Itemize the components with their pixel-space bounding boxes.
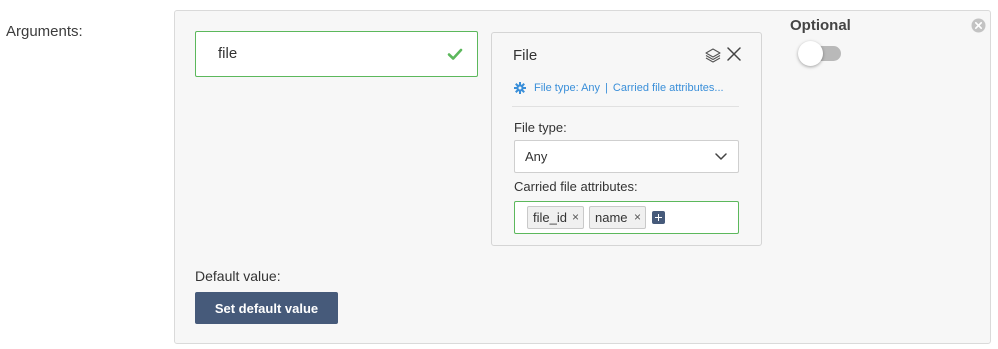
optional-label: Optional <box>790 17 851 34</box>
summary-text: File type: Any | Carried file attributes..… <box>534 82 724 94</box>
attribute-tag: name × <box>589 206 646 229</box>
remove-tag-icon[interactable]: × <box>634 207 641 228</box>
set-default-value-button[interactable]: Set default value <box>195 292 338 324</box>
type-card-title: File <box>513 47 538 64</box>
file-type-value: Any <box>525 149 548 164</box>
card-divider <box>512 106 739 107</box>
add-attribute-button[interactable] <box>652 211 665 224</box>
layers-icon[interactable] <box>705 47 721 63</box>
argument-panel: file File File type: Any | Carried file at… <box>174 10 991 344</box>
attribute-tag-label: name <box>595 210 628 225</box>
remove-argument-icon[interactable] <box>971 18 986 33</box>
attribute-tag: file_id × <box>527 206 584 229</box>
attribute-tag-label: file_id <box>533 210 567 225</box>
check-icon <box>447 48 463 60</box>
summary-separator: | <box>605 82 608 94</box>
close-icon[interactable] <box>727 47 741 61</box>
file-type-label: File type: <box>514 120 567 135</box>
default-value-label: Default value: <box>195 268 281 284</box>
summary-attributes: Carried file attributes... <box>612 82 724 94</box>
carried-attributes-input[interactable]: file_id × name × <box>514 201 739 234</box>
argument-name-input[interactable]: file <box>195 31 478 77</box>
type-summary[interactable]: File type: Any | Carried file attributes..… <box>514 81 740 97</box>
type-settings-card: File File type: Any | Carried file attribu… <box>491 32 762 246</box>
arguments-label: Arguments: <box>6 23 83 40</box>
chevron-down-icon <box>715 153 727 160</box>
file-type-select[interactable]: Any <box>514 140 739 173</box>
argument-name-value: file <box>218 45 238 62</box>
toggle-knob <box>798 41 823 66</box>
optional-toggle[interactable] <box>798 41 841 66</box>
gear-icon <box>514 82 526 94</box>
carried-attributes-label: Carried file attributes: <box>514 179 638 194</box>
summary-file-type: File type: Any <box>534 82 601 94</box>
remove-tag-icon[interactable]: × <box>572 207 579 228</box>
